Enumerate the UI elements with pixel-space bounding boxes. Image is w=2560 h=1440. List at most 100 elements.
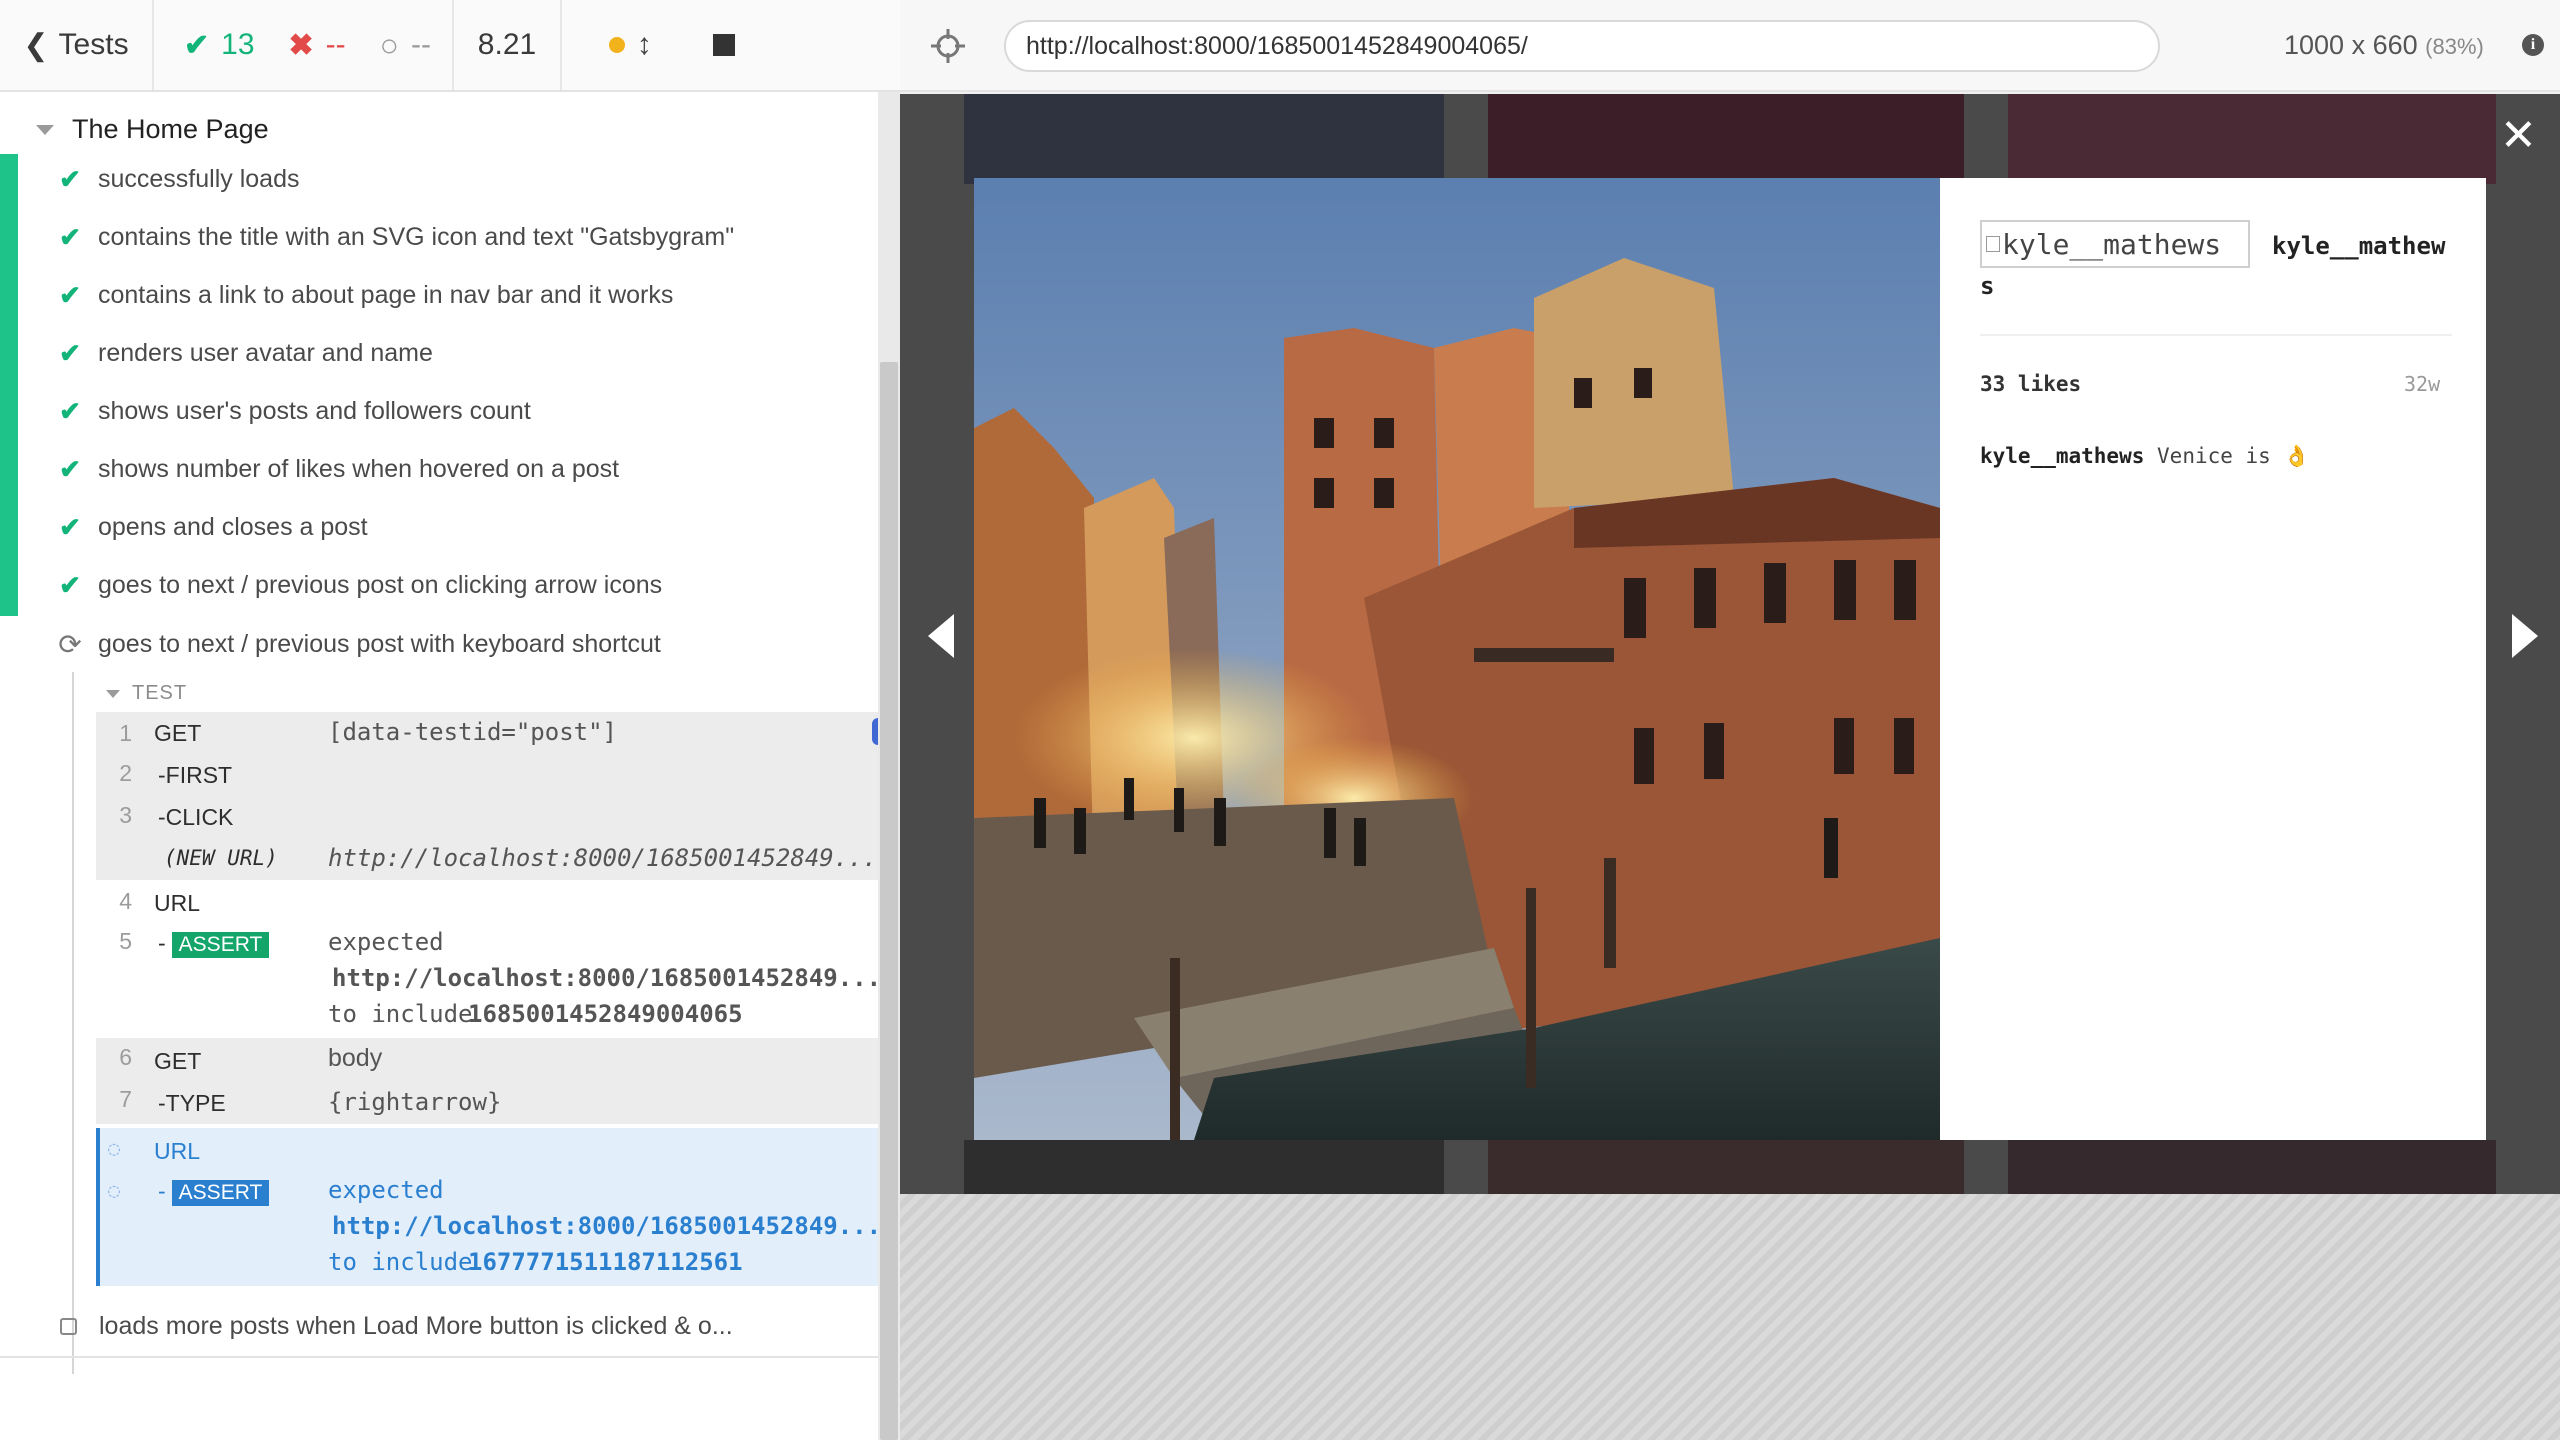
arrow-left-icon[interactable] (928, 614, 954, 658)
command-message: body (328, 1044, 383, 1072)
test-title: successfully loads (98, 165, 300, 193)
close-icon[interactable]: ✕ (2500, 110, 2537, 161)
command-name: -FIRST (158, 762, 233, 788)
check-icon: ✔ (59, 570, 81, 600)
test-item[interactable]: ✔ successfully loads (58, 164, 299, 195)
command-name: GET (154, 720, 202, 746)
thumbnail (2008, 94, 2496, 184)
stop-button[interactable] (713, 34, 736, 56)
command-name: - (158, 1178, 166, 1204)
test-item-pending[interactable]: loads more posts when Load More button i… (60, 1312, 733, 1341)
check-icon: ✔ (59, 338, 81, 368)
test-item[interactable]: ✔ renders user avatar and name (58, 338, 433, 369)
test-title: goes to next / previous post on clicking… (98, 571, 663, 599)
suite-title-row[interactable]: The Home Page (36, 114, 269, 145)
test-title: shows user's posts and followers count (98, 397, 531, 425)
post-age: 32w (2404, 372, 2441, 396)
command-number: 7 (119, 1086, 132, 1112)
info-icon[interactable]: i (2522, 34, 2544, 56)
arrow-right-icon[interactable] (2512, 614, 2538, 658)
scrollbar-thumb[interactable] (880, 362, 898, 1440)
url-field[interactable]: http://localhost:8000/168500145284900406… (1004, 20, 2160, 72)
assert-badge: ASSERT (171, 1180, 270, 1206)
spinner-icon: ◌ (108, 1178, 121, 1202)
caption-username[interactable]: kyle__mathews (1980, 444, 2144, 468)
command-number: 1 (119, 720, 132, 746)
divider (0, 1356, 878, 1358)
command-row[interactable]: 1 GET [data-testid="post"] 12 (94, 712, 922, 754)
test-section-label[interactable]: TEST (106, 682, 187, 705)
command-row-pending[interactable]: ◌ URL (94, 1128, 922, 1170)
test-item[interactable]: ✔ contains the title with an SVG icon an… (58, 222, 734, 253)
passed-stat: ✔ 13 (184, 28, 255, 63)
command-message: http://localhost:8000/1685001452849... (328, 844, 878, 872)
include-label: to include (328, 1248, 473, 1276)
test-item[interactable]: ✔ shows number of likes when hovered on … (58, 454, 619, 485)
test-item[interactable]: ✔ opens and closes a post (58, 512, 368, 543)
check-icon: ✔ (184, 28, 210, 62)
running-dot-icon: ↕ (608, 28, 652, 62)
suite: The Home Page ✔ successfully loads ✔ con… (0, 92, 922, 1374)
duration: 8.21 (454, 0, 562, 90)
command-row-new-url[interactable]: (NEW URL) http://localhost:8000/16850014… (94, 838, 922, 880)
likes-count: 33 likes (1980, 372, 2082, 396)
command-name: -CLICK (158, 804, 234, 830)
viewport-size: 1000 x 660 (83%) (2284, 30, 2484, 61)
stats: ✔ 13 ✖ -- ○ -- (154, 0, 454, 90)
command-name: (NEW URL) (164, 846, 278, 870)
viewport-dimensions: 1000 x 660 (2284, 30, 2418, 60)
command-name: -TYPE (158, 1090, 226, 1116)
expected-value: http://localhost:8000/1685001452849... (332, 1212, 882, 1240)
include-value: 1685001452849004065 (468, 1000, 743, 1028)
x-icon: ✖ (288, 28, 314, 62)
thumbnail (2008, 1140, 2496, 1194)
post-modal: kyle__mathews kyle__mathews 33 likes 32w… (974, 178, 2486, 1140)
command-row[interactable]: 6 GET body (94, 1038, 922, 1080)
refresh-icon: ⟳ (58, 629, 82, 660)
resize-icon[interactable]: ↕ (637, 28, 652, 62)
caption-text: Venice is 👌 (2157, 444, 2310, 468)
test-title: opens and closes a post (98, 513, 368, 541)
test-title: contains the title with an SVG icon and … (98, 223, 735, 251)
command-row-assert[interactable]: 5 - ASSERT expected http://localhost:8000… (94, 924, 922, 1032)
crosshair-icon[interactable] (930, 28, 966, 64)
thumbnail (1488, 1140, 1964, 1194)
command-number: 6 (119, 1044, 132, 1070)
test-item-running[interactable]: ⟳ goes to next / previous post with keyb… (58, 628, 661, 661)
url-bar: http://localhost:8000/168500145284900406… (900, 0, 2560, 92)
post-username[interactable]: kyle__mathews (1980, 226, 2450, 306)
expected-label: expected (328, 1176, 444, 1204)
command-name: URL (154, 890, 201, 916)
test-item[interactable]: ✔ goes to next / previous post on clicki… (58, 570, 662, 601)
test-item[interactable]: ✔ contains a link to about page in nav b… (58, 280, 673, 311)
command-row-pending-assert[interactable]: ◌ - ASSERT expected http://localhost:8000… (94, 1170, 922, 1286)
command-row[interactable]: 2 -FIRST (94, 754, 922, 796)
section-label: TEST (132, 682, 188, 704)
command-number: 5 (119, 928, 132, 954)
command-row[interactable]: 3 -CLICK (94, 796, 922, 838)
command-number: 4 (119, 888, 132, 914)
reporter-scrollbar[interactable] (878, 92, 900, 1440)
command-row[interactable]: 4 URL (94, 882, 922, 924)
test-reporter: ❮ Tests ✔ 13 ✖ -- ○ -- 8.21 ↕ The Home P… (0, 0, 922, 1440)
pending-count: -- (410, 28, 431, 61)
check-icon: ✔ (59, 454, 81, 484)
pass-indicator-bar (0, 154, 18, 616)
failed-count: -- (325, 28, 346, 61)
test-title: goes to next / previous post with keyboa… (98, 630, 661, 658)
failed-stat: ✖ -- (289, 28, 346, 63)
caret-down-icon (106, 689, 120, 698)
chevron-left-icon: ❮ (23, 28, 49, 62)
app-preview: http://localhost:8000/168500145284900406… (900, 0, 2560, 1440)
command-row[interactable]: 7 -TYPE {rightarrow} (94, 1080, 922, 1122)
back-to-tests-button[interactable]: ❮ Tests (0, 0, 154, 90)
thumbnail (964, 94, 1444, 184)
post-caption: kyle__mathews Venice is 👌 (1980, 444, 2310, 469)
test-title: contains a link to about page in nav bar… (98, 281, 674, 309)
test-title: shows number of likes when hovered on a … (98, 455, 620, 483)
command-number: 3 (119, 802, 132, 828)
passed-count: 13 (221, 28, 255, 61)
test-item[interactable]: ✔ shows user's posts and followers count (58, 396, 531, 427)
check-icon: ✔ (59, 164, 81, 194)
checkbox-icon (60, 1318, 77, 1335)
